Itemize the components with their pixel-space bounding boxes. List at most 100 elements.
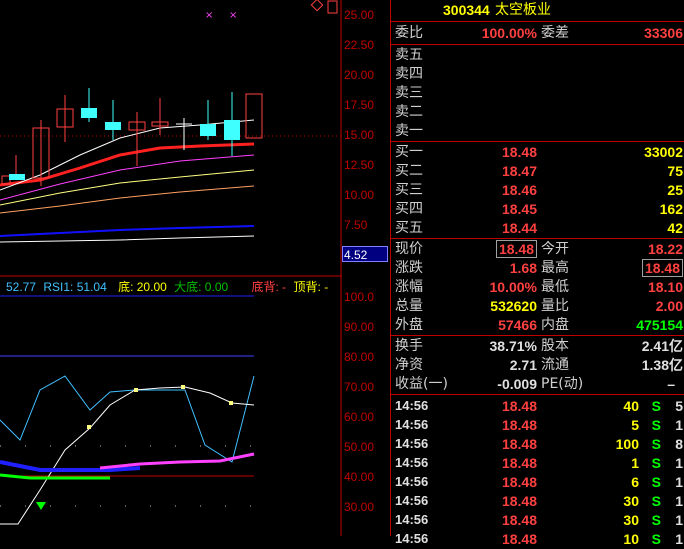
- sell-label: 卖四: [395, 66, 423, 82]
- sell-label: 卖一: [395, 123, 423, 139]
- buy-vol: 33002: [644, 144, 683, 160]
- down-arrow-icon: [36, 502, 46, 510]
- tick-price: 18.48: [501, 493, 537, 509]
- kline-chart-area[interactable]: × × 52.77 RSI1: 51.04 底: 20.00 大底: 0.00 …: [0, 0, 342, 536]
- tick-row[interactable]: 14:56 18.48 40 S 5: [391, 396, 684, 416]
- tick-count: 1: [675, 531, 683, 547]
- buy-row[interactable]: 买五 18.44 42: [391, 218, 684, 238]
- fund-label: 收益(一): [395, 376, 448, 392]
- ind-axis-tick: 100.0: [344, 290, 375, 304]
- dadi-label: 大底: 0.00: [174, 280, 229, 294]
- price-axis-tick: 15.00: [344, 128, 375, 142]
- sell-row[interactable]: 卖四: [391, 64, 684, 84]
- rsi-prev: 52.77: [6, 280, 37, 294]
- tick-row[interactable]: 14:56 18.48 30 S 1: [391, 510, 684, 530]
- candle: [105, 122, 121, 130]
- current-price: 18.48: [495, 240, 537, 258]
- inner-volume: 475154: [636, 317, 683, 333]
- change-value: 1.68: [509, 260, 537, 276]
- tick-volume: 100: [615, 436, 639, 452]
- tick-time: 14:56: [395, 512, 429, 527]
- buy-row[interactable]: 买三 18.46 25: [391, 180, 684, 200]
- buy-price: 18.48: [501, 144, 537, 160]
- stat-row: 涨幅 10.00% 最低 18.10: [391, 277, 684, 297]
- stat-row: 总量 532620 量比 2.00: [391, 296, 684, 316]
- tick-count: 1: [675, 455, 683, 471]
- tick-count: 1: [675, 474, 683, 490]
- tick-volume: 30: [623, 512, 639, 528]
- tick-side: S: [651, 512, 661, 528]
- sell-label: 卖五: [395, 47, 423, 63]
- fund-row: 换手 38.71% 股本 2.41亿: [391, 336, 684, 356]
- high-price: 18.48: [641, 259, 683, 277]
- weibi-value: 100.00%: [481, 25, 537, 41]
- ind-axis-tick: 90.00: [344, 320, 375, 334]
- buy-label: 买五: [395, 220, 423, 236]
- buy-vol: 25: [667, 182, 683, 198]
- kline-svg[interactable]: × ×: [0, 0, 342, 536]
- fund-label: 净资: [395, 357, 423, 373]
- stat-label: 量比: [541, 298, 569, 314]
- tick-row[interactable]: 14:56 18.48 5 S 1: [391, 415, 684, 435]
- ma-line-blue: [0, 225, 255, 237]
- tick-price: 18.48: [501, 512, 537, 528]
- tick-count: 5: [675, 398, 683, 414]
- candle: [9, 174, 25, 180]
- price-axis-tick: 17.50: [344, 98, 375, 112]
- dingbei-label: 顶背: -: [293, 280, 329, 294]
- quote-panel: 300344 太空板业 委比 100.00% 委差 33306 卖五 卖四 卖三…: [390, 0, 684, 547]
- weicha-value: 33306: [644, 25, 683, 41]
- buy-price: 18.46: [501, 182, 537, 198]
- price-axis-tick: 25.00: [344, 8, 375, 22]
- sell-row[interactable]: 卖三: [391, 83, 684, 103]
- outer-volume: 57466: [498, 317, 537, 333]
- buy-label: 买一: [395, 144, 423, 160]
- buy-row[interactable]: 买四 18.45 162: [391, 199, 684, 219]
- buy-label: 买三: [395, 182, 423, 198]
- tick-price: 18.48: [501, 474, 537, 490]
- buy-price: 18.44: [501, 220, 537, 236]
- stat-label: 最低: [541, 279, 569, 295]
- tick-count: 8: [675, 436, 683, 452]
- price-axis-tick: 7.50: [344, 218, 368, 232]
- tick-side: S: [651, 474, 661, 490]
- tick-side: S: [651, 455, 661, 471]
- buy-vol: 42: [667, 220, 683, 236]
- ind-axis-tick: 50.00: [344, 440, 375, 454]
- stat-label: 今开: [541, 241, 569, 257]
- stat-label: 现价: [395, 241, 423, 257]
- sell-row[interactable]: 卖一: [391, 121, 684, 141]
- tick-row[interactable]: 14:56 18.48 6 S 1: [391, 472, 684, 492]
- buy-row[interactable]: 买二 18.47 75: [391, 161, 684, 181]
- sell-row[interactable]: 卖五: [391, 45, 684, 65]
- buy-price: 18.45: [501, 201, 537, 217]
- stock-name: 太空板业: [495, 2, 551, 18]
- tick-row[interactable]: 14:56 18.48 1 S 1: [391, 453, 684, 473]
- tick-time: 14:56: [395, 474, 429, 489]
- sell-row[interactable]: 卖二: [391, 102, 684, 122]
- tick-side: S: [651, 493, 661, 509]
- candle: [245, 93, 263, 139]
- buy-label: 买四: [395, 201, 423, 217]
- candles-group: [1, 88, 263, 186]
- buy-row[interactable]: 买一 18.48 33002: [391, 142, 684, 162]
- tick-price: 18.48: [501, 455, 537, 471]
- tick-side: S: [651, 417, 661, 433]
- dibei-label: 底背: -: [251, 280, 287, 294]
- pe-ratio: –: [667, 376, 675, 392]
- tick-row[interactable]: 14:56 18.48 10 S 1: [391, 529, 684, 549]
- tick-row[interactable]: 14:56 18.48 100 S 8: [391, 434, 684, 454]
- rsi-green: [0, 473, 110, 480]
- ma-line-red: [0, 142, 255, 187]
- tick-volume: 5: [631, 417, 639, 433]
- ind-axis-tick: 40.00: [344, 470, 375, 484]
- stat-label: 总量: [395, 298, 423, 314]
- weicha-label: 委差: [541, 25, 569, 41]
- rsi-cyan: [0, 375, 255, 463]
- indicator-header: 52.77 RSI1: 51.04 底: 20.00 大底: 0.00 底背: …: [0, 278, 328, 294]
- ind-axis-tick: 80.00: [344, 350, 375, 364]
- stat-label: 外盘: [395, 317, 423, 333]
- low-price: 18.10: [647, 279, 683, 295]
- tick-row[interactable]: 14:56 18.48 30 S 1: [391, 491, 684, 511]
- share-capital: 2.41亿: [641, 338, 683, 354]
